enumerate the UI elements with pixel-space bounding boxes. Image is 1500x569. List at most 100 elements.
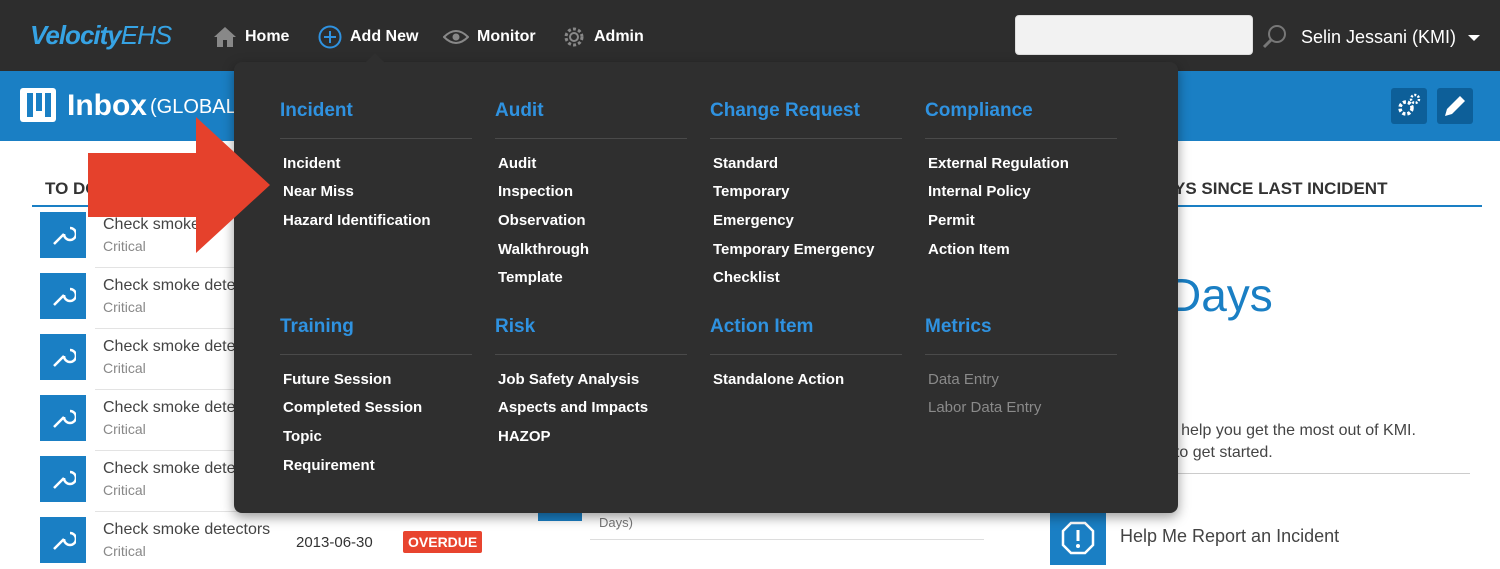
menu-heading-metrics[interactable]: Metrics bbox=[925, 316, 1117, 342]
menu-heading-action-item[interactable]: Action Item bbox=[710, 316, 902, 342]
menu-heading-change-request[interactable]: Change Request bbox=[710, 100, 902, 126]
task-priority: Critical bbox=[103, 299, 146, 315]
menu-heading-incident[interactable]: Incident bbox=[280, 100, 472, 126]
menu-item-permit[interactable]: Permit bbox=[925, 206, 1117, 235]
days-since-section-label: YS SINCE LAST INCIDENT bbox=[1174, 179, 1388, 198]
nav-add-new[interactable]: Add New bbox=[318, 24, 418, 50]
menu-divider bbox=[495, 354, 687, 355]
menu-column-audit: Audit Audit Inspection Observation Walkt… bbox=[495, 100, 687, 292]
menu-divider bbox=[925, 138, 1117, 139]
menu-column-incident: Incident Incident Near Miss Hazard Ident… bbox=[280, 100, 472, 235]
menu-item-labor-data-entry: Labor Data Entry bbox=[928, 399, 1042, 417]
menu-item-checklist[interactable]: Checklist bbox=[710, 263, 902, 292]
menu-item-external-regulation[interactable]: External Regulation bbox=[925, 149, 1117, 178]
menu-item-template[interactable]: Template bbox=[495, 263, 687, 292]
logo-text-main: Velocity bbox=[30, 20, 122, 50]
menu-heading-audit[interactable]: Audit bbox=[495, 100, 687, 126]
menu-divider bbox=[710, 354, 902, 355]
search-input[interactable] bbox=[1015, 15, 1253, 55]
logo-text-suffix: EHS bbox=[120, 20, 172, 50]
menu-column-training: Training Future Session Completed Sessio… bbox=[280, 316, 472, 479]
task-priority: Critical bbox=[103, 421, 146, 437]
days-since-divider bbox=[1170, 205, 1482, 207]
days-since-value: Days bbox=[1168, 269, 1273, 321]
task-name: Check smoke detectors bbox=[103, 521, 271, 538]
menu-item-requirement[interactable]: Requirement bbox=[280, 451, 472, 480]
menu-item-audit[interactable]: Audit bbox=[495, 149, 687, 178]
nav-monitor-label: Monitor bbox=[477, 28, 536, 45]
menu-item-data-entry: Data Entry bbox=[928, 370, 999, 388]
alert-icon[interactable] bbox=[1050, 511, 1106, 565]
task-priority: Critical bbox=[103, 360, 146, 376]
menu-heading-risk[interactable]: Risk bbox=[495, 316, 687, 342]
task-priority: Critical bbox=[103, 543, 146, 559]
menu-item-standalone-action[interactable]: Standalone Action bbox=[710, 365, 902, 394]
menu-item-temporary[interactable]: Temporary bbox=[710, 178, 902, 207]
menu-item-walkthrough[interactable]: Walkthrough bbox=[495, 235, 687, 264]
nav-home-label: Home bbox=[245, 28, 290, 45]
menu-item-action-item[interactable]: Action Item bbox=[925, 235, 1117, 264]
nav-home[interactable]: Home bbox=[213, 24, 289, 50]
nav-admin[interactable]: Admin bbox=[562, 24, 644, 50]
menu-divider bbox=[280, 138, 472, 139]
menu-heading-training[interactable]: Training bbox=[280, 316, 472, 342]
plus-circle-icon bbox=[318, 25, 342, 49]
metric-divider bbox=[590, 539, 984, 540]
menu-item-standard[interactable]: Standard bbox=[710, 149, 902, 178]
menu-item-inspection[interactable]: Inspection bbox=[495, 178, 687, 207]
menu-item-observation[interactable]: Observation bbox=[495, 206, 687, 235]
menu-item-emergency[interactable]: Emergency bbox=[710, 206, 902, 235]
menu-item-job-safety-analysis[interactable]: Job Safety Analysis bbox=[495, 365, 687, 394]
edit-button[interactable] bbox=[1437, 88, 1473, 124]
menu-column-metrics: Metrics Data Entry Labor Data Entry bbox=[925, 316, 1117, 422]
settings-button[interactable] bbox=[1391, 88, 1427, 124]
add-new-dropdown: Incident Incident Near Miss Hazard Ident… bbox=[234, 53, 1178, 513]
wrench-icon bbox=[40, 334, 86, 380]
menu-column-compliance: Compliance External Regulation Internal … bbox=[925, 100, 1117, 263]
menu-item-incident[interactable]: Incident bbox=[280, 149, 472, 178]
menu-item-temporary-emergency[interactable]: Temporary Emergency bbox=[710, 235, 902, 264]
menu-item-aspects-and-impacts[interactable]: Aspects and Impacts bbox=[495, 394, 687, 423]
wrench-icon bbox=[40, 273, 86, 319]
wrench-icon bbox=[40, 517, 86, 563]
help-intro-line-1: e to help you get the most out of KMI. bbox=[1150, 422, 1416, 439]
task-name: Check smoke dete bbox=[103, 338, 236, 355]
nav-monitor[interactable]: Monitor bbox=[443, 24, 536, 50]
menu-column-change-request: Change Request Standard Temporary Emerge… bbox=[710, 100, 902, 292]
gear-icon bbox=[564, 27, 584, 47]
velocity-ehs-logo[interactable]: VelocityEHS bbox=[30, 20, 172, 51]
task-name: Check smoke dete bbox=[103, 277, 236, 294]
overdue-badge: OVERDUE bbox=[403, 531, 483, 553]
dropdown-notch bbox=[365, 53, 385, 63]
menu-column-risk: Risk Job Safety Analysis Aspects and Imp… bbox=[495, 316, 687, 451]
menu-item-hazard-identification[interactable]: Hazard Identification bbox=[280, 206, 472, 235]
wrench-icon bbox=[40, 456, 86, 502]
help-intro-text: e to help you get the most out of KMI. ow… bbox=[1150, 420, 1416, 464]
user-menu[interactable]: Selin Jessani (KMI) bbox=[1301, 27, 1481, 48]
search-icon[interactable] bbox=[1262, 24, 1288, 50]
task-due-date: 2013-06-30 bbox=[296, 534, 373, 551]
pencil-icon bbox=[1445, 96, 1465, 116]
user-name: Selin Jessani (KMI) bbox=[1301, 27, 1457, 47]
chevron-down-icon bbox=[1468, 34, 1481, 41]
menu-item-near-miss[interactable]: Near Miss bbox=[280, 178, 472, 207]
task-name: Check smoke dete bbox=[103, 460, 236, 477]
task-priority: Critical bbox=[103, 482, 146, 498]
menu-item-internal-policy[interactable]: Internal Policy bbox=[925, 178, 1117, 207]
menu-divider bbox=[280, 354, 472, 355]
gears-icon bbox=[1398, 93, 1421, 116]
menu-item-future-session[interactable]: Future Session bbox=[280, 365, 472, 394]
red-arrow-annotation bbox=[88, 117, 270, 253]
menu-divider bbox=[495, 138, 687, 139]
menu-column-action-item: Action Item Standalone Action bbox=[710, 316, 902, 394]
nav-admin-label: Admin bbox=[594, 28, 644, 45]
menu-heading-compliance[interactable]: Compliance bbox=[925, 100, 1117, 126]
menu-item-completed-session[interactable]: Completed Session bbox=[280, 394, 472, 423]
help-report-incident-link[interactable]: Help Me Report an Incident bbox=[1120, 526, 1339, 547]
menu-divider bbox=[925, 354, 1117, 355]
wrench-icon bbox=[40, 395, 86, 441]
inbox-icon bbox=[20, 88, 56, 122]
task-item[interactable]: Check smoke detectors Critical bbox=[40, 517, 300, 569]
menu-item-hazop[interactable]: HAZOP bbox=[495, 422, 687, 451]
menu-item-topic[interactable]: Topic bbox=[280, 422, 472, 451]
